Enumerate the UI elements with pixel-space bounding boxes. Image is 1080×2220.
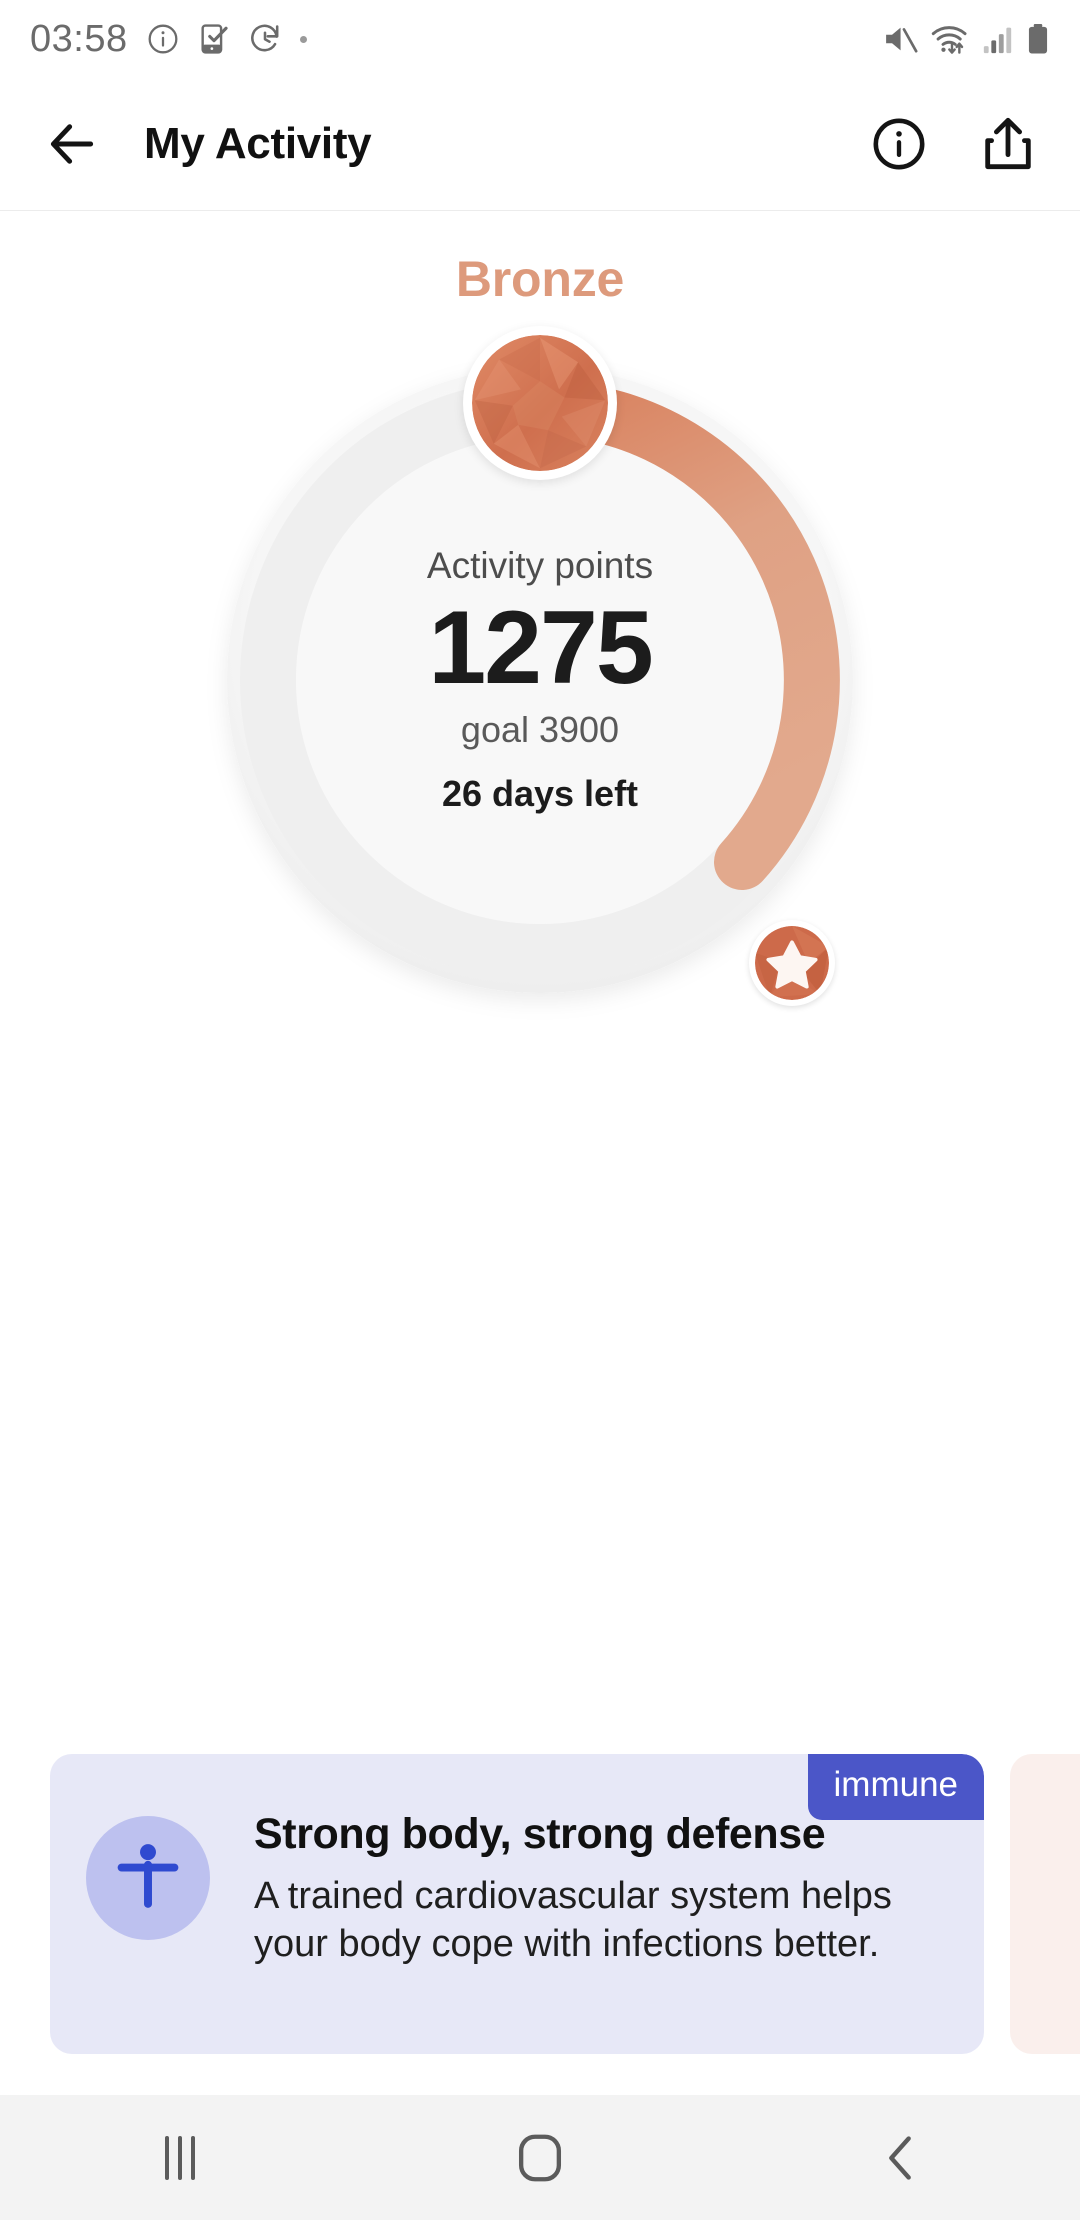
home-icon (518, 2134, 562, 2181)
mute-icon (886, 27, 918, 53)
dot-icon (299, 35, 307, 43)
activity-content: Bronze Activity points 1275 goal 3900 26… (0, 212, 1080, 2095)
phone-check-icon (201, 24, 228, 54)
card-body: A trained cardiovascular system helps yo… (254, 1875, 892, 1965)
page-title: My Activity (144, 119, 372, 168)
accessibility-person-icon (117, 1844, 179, 1908)
activity-progress-ring: Activity points 1275 goal 3900 26 days l… (190, 326, 890, 1030)
share-button[interactable] (980, 115, 1036, 173)
chevron-left-icon (889, 2135, 911, 2180)
battery-full-icon (1028, 23, 1048, 54)
insight-card-next-peek[interactable] (1010, 1754, 1080, 2054)
card-icon-wrapper (86, 1816, 210, 1940)
level-title: Bronze (455, 251, 625, 307)
info-button[interactable] (870, 115, 928, 173)
timer-reset-icon (250, 24, 279, 52)
info-circle-icon (148, 24, 178, 54)
card-text-block: Strong body, strong defense A trained ca… (254, 1794, 948, 2010)
app-bar: My Activity (0, 78, 1080, 211)
insight-card-carousel[interactable]: immune Strong body, strong defense A tra… (0, 1754, 1080, 2054)
arrow-left-icon (50, 124, 94, 164)
milestone-star-badge[interactable] (749, 920, 835, 1006)
card-category-badge: immune (807, 1754, 984, 1820)
bronze-medal-badge[interactable] (463, 326, 617, 480)
nav-home-button[interactable] (360, 2095, 720, 2220)
nav-back-button[interactable] (720, 2095, 1080, 2220)
status-bar-left: 03:58 (30, 18, 307, 61)
bronze-gem-icon (472, 335, 608, 471)
share-icon (985, 117, 1031, 170)
info-icon (873, 118, 925, 170)
signal-bars-icon (983, 27, 1012, 54)
wifi-transfer-icon (931, 26, 967, 54)
app-bar-actions (870, 115, 1036, 173)
insight-card-immune[interactable]: immune Strong body, strong defense A tra… (50, 1754, 984, 2054)
status-bar-clock: 03:58 (30, 17, 128, 60)
status-bar-right (881, 22, 1050, 56)
status-bar: 03:58 (0, 0, 1080, 78)
star-badge-gem (755, 926, 829, 1000)
recents-icon (165, 2135, 195, 2180)
back-button[interactable] (44, 116, 100, 172)
nav-recents-button[interactable] (0, 2095, 360, 2220)
system-nav-bar (0, 2095, 1080, 2220)
